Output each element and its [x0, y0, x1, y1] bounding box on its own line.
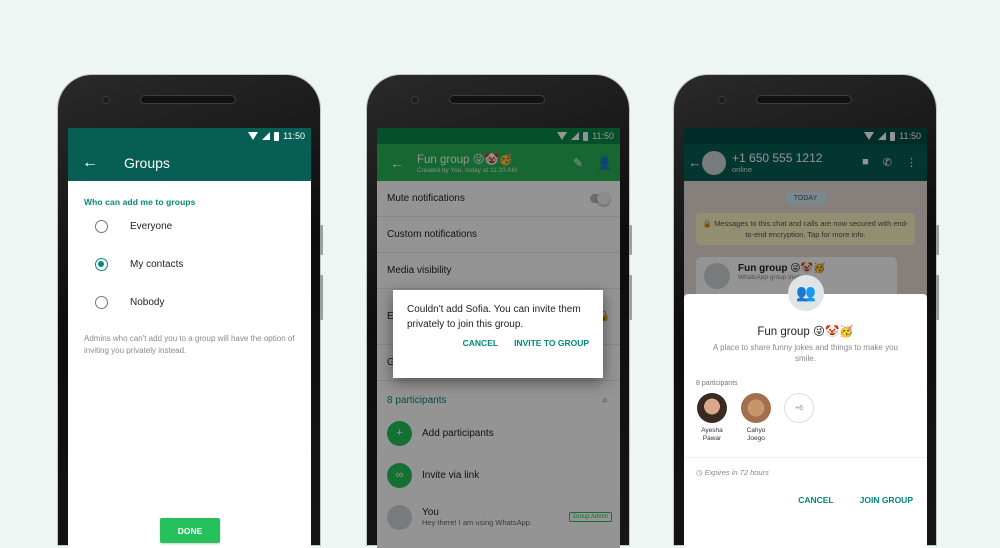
dialog-message: Couldn't add Sofia. You can invite them … [407, 304, 581, 330]
camera [411, 96, 419, 104]
groups-privacy-screen: 11:50 ← Groups Who can add me to groups … [68, 128, 311, 548]
expiry-row: ◷ Expires in 72 hours [684, 458, 927, 477]
sheet-group-name: Fun group 😜🤡🥳 [757, 326, 854, 338]
sheet-cancel-button[interactable]: CANCEL [798, 495, 833, 505]
dialog-cancel-button[interactable]: CANCEL [463, 338, 498, 348]
camera [102, 96, 110, 104]
radio-button[interactable] [95, 295, 108, 309]
member-item: Cahyo Joego [740, 393, 772, 443]
power-button [629, 225, 632, 255]
sheet-group-description: A place to share funny jokes and things … [712, 343, 898, 363]
group-icon: 👥 [788, 275, 824, 311]
member-list: Ayesha Pawar Cahyo Joego +6 [684, 387, 927, 443]
phone-frame-group-info: 11:50 ← Fun group 😜🤡🥳 Created by You, to… [367, 75, 632, 548]
phone-frame-privacy: 11:50 ← Groups Who can add me to groups … [58, 75, 323, 548]
power-button [936, 225, 939, 255]
member-avatar [697, 393, 727, 423]
volume-button [629, 275, 632, 320]
signal-icon [262, 132, 271, 140]
option-nobody[interactable]: Nobody [68, 283, 311, 321]
wifi-icon [248, 132, 259, 140]
power-button [320, 225, 323, 255]
more-members-chip: +6 [784, 393, 814, 423]
join-group-sheet: Fun group 😜🤡🥳 A place to share funny jok… [684, 294, 927, 548]
join-group-button[interactable]: JOIN GROUP [860, 495, 913, 505]
group-info-screen: 11:50 ← Fun group 😜🤡🥳 Created by You, to… [377, 128, 620, 548]
option-label: My contacts [130, 258, 184, 270]
volume-button [320, 275, 323, 320]
phone-frame-chat: 11:50 ← +1 650 555 1212 online ■ ✆ ⋮ TOD… [674, 75, 939, 548]
app-bar: ← Groups [68, 144, 311, 181]
member-name: Ayesha Pawar [701, 427, 723, 442]
option-label: Nobody [130, 296, 165, 308]
expiry-text: Expires in 72 hours [704, 468, 769, 477]
status-time: 11:50 [283, 131, 305, 141]
done-button[interactable]: DONE [160, 518, 220, 543]
chat-screen: 11:50 ← +1 650 555 1212 online ■ ✆ ⋮ TOD… [684, 128, 927, 548]
radio-button[interactable] [95, 219, 108, 233]
radio-button-selected[interactable] [95, 257, 108, 271]
volume-button [936, 275, 939, 320]
speaker [756, 95, 852, 104]
invite-to-group-button[interactable]: INVITE TO GROUP [514, 338, 589, 348]
clock-icon: ◷ [696, 468, 705, 477]
help-text: Admins who can't add you to a group will… [84, 334, 295, 355]
invite-dialog: Couldn't add Sofia. You can invite them … [393, 290, 603, 378]
battery-icon [274, 131, 280, 141]
page-title: Groups [124, 154, 170, 171]
member-avatar [741, 393, 771, 423]
back-arrow-icon[interactable]: ← [78, 154, 102, 172]
option-my-contacts[interactable]: My contacts [68, 245, 311, 283]
option-everyone[interactable]: Everyone [68, 207, 311, 245]
member-item: Ayesha Pawar [696, 393, 728, 443]
option-label: Everyone [130, 220, 173, 232]
member-name: Cahyo Joego [746, 427, 766, 442]
status-bar: 11:50 [68, 128, 311, 144]
section-label: Who can add me to groups [84, 197, 196, 207]
sheet-participants-count: 8 participants [696, 380, 738, 387]
speaker [449, 95, 545, 104]
camera [718, 96, 726, 104]
speaker [140, 95, 236, 104]
